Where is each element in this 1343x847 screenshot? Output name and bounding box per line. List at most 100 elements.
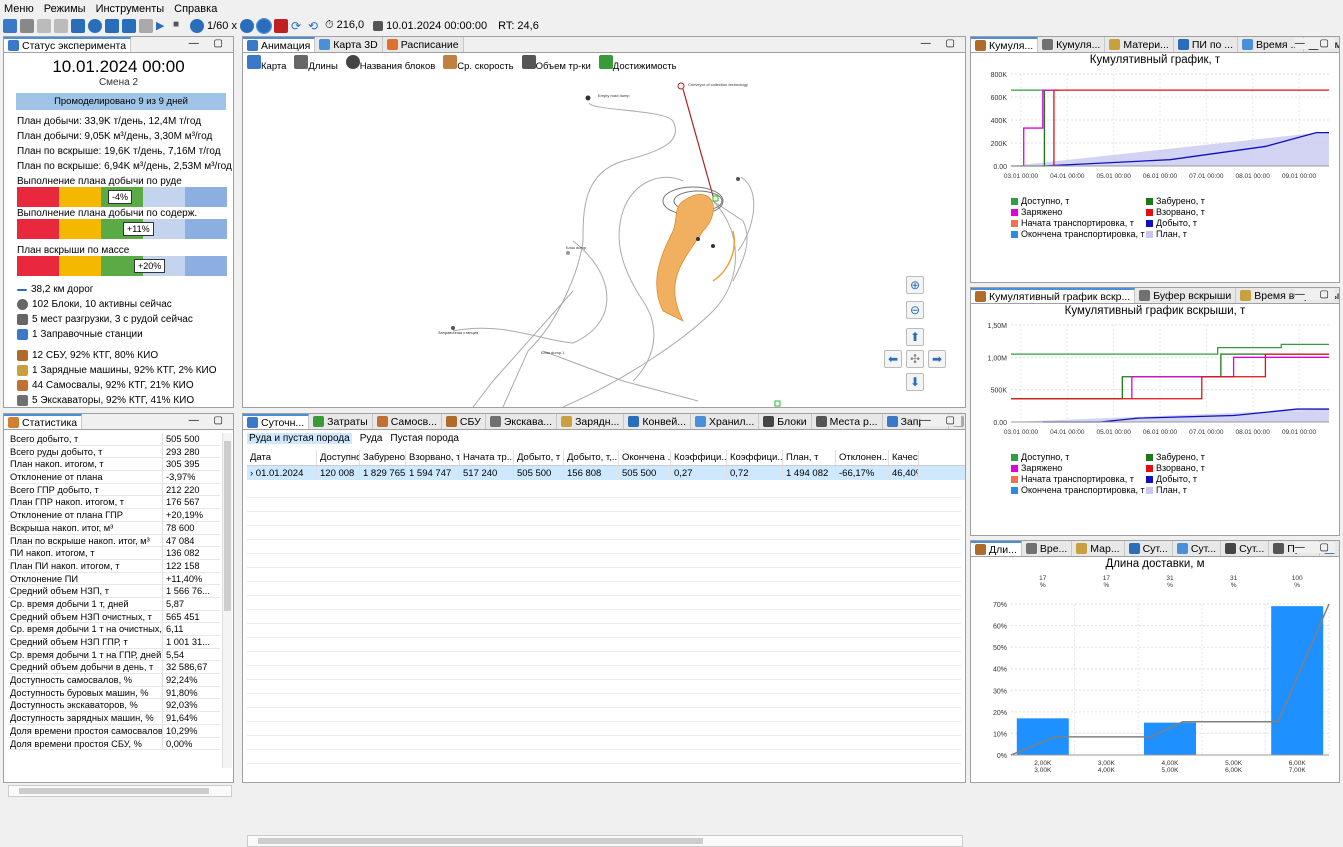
column-header[interactable]: Взорвано, т <box>406 450 460 465</box>
slow-icon[interactable] <box>239 18 254 33</box>
refresh-icon[interactable]: ⟳ <box>291 19 305 33</box>
clock-icon[interactable] <box>190 18 204 33</box>
column-header[interactable]: Добыто, т <box>514 450 564 465</box>
column-header[interactable]: План, т <box>783 450 836 465</box>
tab-map-3d[interactable]: Карта 3D <box>315 37 383 52</box>
new-icon[interactable] <box>3 18 17 33</box>
tab-table-5[interactable]: Зарядн... <box>557 414 625 429</box>
window-controls[interactable]: — ▢ <box>1294 542 1335 553</box>
chart-icon[interactable] <box>122 18 136 33</box>
subtab-ore-and-waste[interactable]: Руда и пустая порода <box>247 432 352 444</box>
window-controls[interactable]: — ▢ <box>189 415 229 426</box>
tool-reachability[interactable]: Достижимость <box>598 55 677 72</box>
menu-item-menu[interactable]: Меню <box>4 3 34 15</box>
tab-chart3-1[interactable]: Вре... <box>1021 541 1073 556</box>
window-controls[interactable]: — ▢ <box>1294 38 1335 49</box>
tab-chart1-0[interactable]: Кумуля... <box>971 37 1039 52</box>
window-controls[interactable]: — ▢ <box>1294 289 1335 300</box>
tool-map[interactable]: Карта <box>247 55 286 72</box>
tool-lengths[interactable]: Длины <box>294 55 338 72</box>
stat-row: ПИ накоп. итогом, т 136 082 <box>8 547 220 560</box>
column-header[interactable]: Добыто, т,... <box>564 450 619 465</box>
tab-table-3[interactable]: СБУ <box>441 414 486 429</box>
tab-chart1-2[interactable]: Матери... <box>1105 37 1174 52</box>
column-header[interactable]: Коэффици... <box>671 450 727 465</box>
tab-table-0[interactable]: Суточн... <box>243 414 310 429</box>
redo-icon[interactable] <box>54 18 68 33</box>
cumulative-label: 17 <box>1039 575 1047 582</box>
toolbar: ▶ ■ 1/60 x ⟳ ⟲ ⏱ 216,0 10.01.2024 00:00:… <box>0 17 1343 34</box>
column-header[interactable]: Коэффици... <box>727 450 783 465</box>
stat-value: 91,80% <box>166 687 198 698</box>
excavator-icon <box>17 395 28 406</box>
record-icon[interactable] <box>273 18 288 33</box>
tab-schedule[interactable]: Расписание <box>382 37 464 52</box>
tab-icon <box>1076 543 1088 554</box>
tab-icon <box>1273 543 1285 554</box>
pan-right-button[interactable]: ➡ <box>928 350 946 368</box>
column-header[interactable]: Забурено, т <box>360 450 406 465</box>
tab-chart3-0[interactable]: Дли... <box>971 541 1022 556</box>
tool-transport-volume[interactable]: Объем тр-ки <box>521 55 591 72</box>
column-header[interactable]: Отклонен... <box>836 450 889 465</box>
column-header[interactable]: Качеств <box>889 450 919 465</box>
tool-block-names[interactable]: Названия блоков <box>345 55 435 72</box>
window-controls[interactable]: — ▢ <box>920 415 961 426</box>
tab-chart1-3[interactable]: ПИ по ... <box>1173 37 1239 52</box>
window-controls[interactable]: — ▢ <box>921 38 961 49</box>
reload-icon[interactable]: ⟲ <box>308 19 322 33</box>
tab-chart3-4[interactable]: Сут... <box>1172 541 1222 556</box>
pan-down-button[interactable]: ⬇ <box>906 373 924 391</box>
window-controls[interactable]: — ▢ <box>189 38 229 49</box>
tab-table-6[interactable]: Конвей... <box>624 414 692 429</box>
menu-item-help[interactable]: Справка <box>174 3 217 15</box>
scroll-thumb[interactable] <box>258 838 703 844</box>
subtab-waste[interactable]: Пустая порода <box>390 433 459 444</box>
horizontal-scrollbar[interactable] <box>247 835 963 847</box>
column-header[interactable]: Окончена ... <box>619 450 671 465</box>
menu-item-tools[interactable]: Инструменты <box>96 3 165 15</box>
tool-avg-speed[interactable]: Ср. скорость <box>443 55 514 72</box>
pan-left-button[interactable]: ⬅ <box>884 350 902 368</box>
layout-icon[interactable] <box>71 18 85 33</box>
vertical-scrollbar[interactable] <box>222 433 232 768</box>
scroll-thumb[interactable] <box>19 788 209 794</box>
tab-table-8[interactable]: Блоки <box>759 414 812 429</box>
tab-status[interactable]: Статус эксперимента <box>4 37 132 52</box>
column-header[interactable]: Начата тр... <box>460 450 514 465</box>
tab-table-2[interactable]: Самосв... <box>372 414 442 429</box>
globe-icon[interactable] <box>88 18 102 33</box>
tab-chart2-1[interactable]: Буфер вскрыши <box>1135 288 1237 303</box>
stop-icon[interactable]: ■ <box>173 19 187 33</box>
scroll-thumb[interactable] <box>224 441 231 611</box>
zoom-in-button[interactable]: ⊕ <box>906 276 924 294</box>
tab-statistics[interactable]: Статистика <box>4 414 83 429</box>
undo-icon[interactable] <box>37 18 51 33</box>
tab-table-9[interactable]: Места р... <box>811 414 883 429</box>
subtab-ore[interactable]: Руда <box>360 433 383 444</box>
horizontal-scrollbar[interactable] <box>8 785 232 797</box>
tab-table-4[interactable]: Экскава... <box>485 414 558 429</box>
tab-chart3-5[interactable]: Сут... <box>1221 541 1270 556</box>
tab-chart2-0[interactable]: Кумулятивный график вскр... <box>971 288 1136 303</box>
tab-table-1[interactable]: Затраты <box>309 414 373 429</box>
save-icon[interactable] <box>20 18 34 33</box>
tab-animation[interactable]: Анимация <box>243 37 316 52</box>
grid-icon[interactable] <box>105 18 119 33</box>
tab-table-7[interactable]: Хранил... <box>691 414 760 429</box>
pan-up-button[interactable]: ⬆ <box>906 328 924 346</box>
fast-icon[interactable] <box>255 17 272 34</box>
legend-label: Доступно, т <box>1021 196 1070 206</box>
tab-chart3-2[interactable]: Мар... <box>1072 541 1125 556</box>
table-row[interactable]: › 01.01.2024 120 008 1 829 765 1 594 747 517… <box>247 466 965 480</box>
tab-chart3-3[interactable]: Сут... <box>1124 541 1173 556</box>
pan-center-button[interactable]: ✣ <box>906 350 924 368</box>
zoom-out-button[interactable]: ⊖ <box>906 301 924 319</box>
step-icon[interactable] <box>139 18 153 33</box>
column-header[interactable]: Дата <box>247 450 317 465</box>
column-header[interactable]: Доступно, т <box>317 450 360 465</box>
tab-chart1-1[interactable]: Кумуля... <box>1038 37 1106 52</box>
menu-item-modes[interactable]: Режимы <box>44 3 86 15</box>
play-icon[interactable]: ▶ <box>156 19 170 33</box>
mine-map[interactable]: Empty road dump Conveyor of collection t… <box>243 81 965 407</box>
